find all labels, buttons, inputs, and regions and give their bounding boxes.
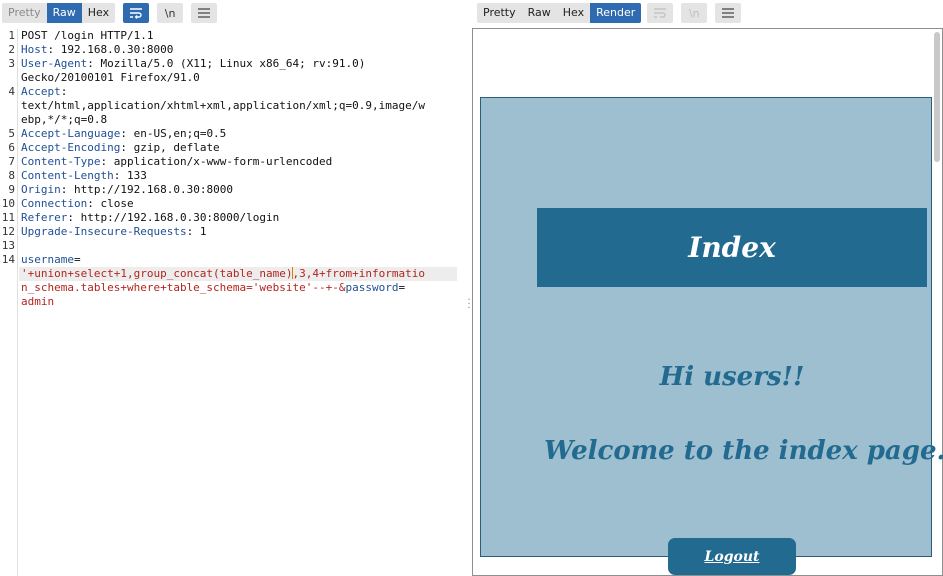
header-name: Referer <box>21 211 68 224</box>
request-header-accept-language[interactable]: Accept-Language: en-US,en;q=0.5 <box>21 127 226 141</box>
body-line[interactable]: n_schema.tables+where+table_schema='webs… <box>21 281 405 295</box>
tab-raw[interactable]: Raw <box>521 3 557 23</box>
header-value-continuation: Gecko/20100101 Firefox/91.0 <box>21 71 200 84</box>
header-value: application/x-www-form-urlencoded <box>107 155 333 168</box>
header-value: Mozilla/5.0 (X11; Linux x86_64; rv:91.0) <box>93 57 366 70</box>
show-newlines-button[interactable]: \n <box>681 3 708 23</box>
hamburger-menu-icon[interactable] <box>191 3 218 23</box>
response-toolbar: Pretty Raw Hex Render \n <box>477 0 943 26</box>
request-toolbar: Pretty Raw Hex \n <box>0 0 466 26</box>
header-value: gzip, deflate <box>126 141 220 154</box>
request-view-tabs: Pretty Raw Hex <box>2 3 116 23</box>
header-value: en-US,en;q=0.5 <box>126 127 227 140</box>
request-header-accept[interactable]: Accept: <box>21 85 67 99</box>
tab-pretty[interactable]: Pretty <box>2 3 47 23</box>
header-value: http://192.168.0.30:8000 <box>67 183 233 196</box>
header-value-continuation: ebp,*/*;q=0.8 <box>21 113 108 126</box>
request-header-upgrade-insecure-requests[interactable]: Upgrade-Insecure-Requests: 1 <box>21 225 206 239</box>
header-name: Content-Type <box>21 155 101 168</box>
request-header-host[interactable]: Host: 192.168.0.30:8000 <box>21 43 173 57</box>
wrap-lines-icon[interactable] <box>647 3 674 23</box>
line-number: 9 <box>8 183 15 196</box>
request-header-connection[interactable]: Connection: close <box>21 197 134 211</box>
tab-pretty[interactable]: Pretty <box>477 3 522 23</box>
line-number: 12 <box>1 225 15 238</box>
body-line[interactable]: '+union+select+1,group_concat(table_name… <box>21 267 425 281</box>
request-line[interactable]: POST /login HTTP/1.1 <box>21 29 153 43</box>
param-value: '+union+select+1,group_concat(table_name… <box>21 267 293 280</box>
line-number: 7 <box>8 155 15 168</box>
line-number: 14 <box>1 253 15 266</box>
header-name: User-Agent <box>21 57 88 70</box>
tab-raw[interactable]: Raw <box>46 3 82 23</box>
header-name: Connection <box>21 197 88 210</box>
param-value: ,3,4+from+informatio <box>292 267 425 280</box>
request-header-content-length[interactable]: Content-Length: 133 <box>21 169 147 183</box>
page-title-banner: Index <box>537 208 927 287</box>
greeting-heading: Hi users!! <box>659 362 805 392</box>
line-number: 4 <box>8 85 15 98</box>
line-number: 8 <box>8 169 15 182</box>
show-newlines-button[interactable]: \n <box>157 3 184 23</box>
header-name: Upgrade-Insecure-Requests <box>21 225 187 238</box>
welcome-heading: Welcome to the index page... <box>544 436 943 466</box>
header-value: 1 <box>193 225 207 238</box>
tab-render[interactable]: Render <box>590 3 642 23</box>
body-line[interactable]: admin <box>21 295 54 309</box>
response-view-tabs: Pretty Raw Hex Render <box>477 3 642 23</box>
header-value: close <box>93 197 134 210</box>
line-number: 3 <box>8 57 15 70</box>
line-number: 2 <box>8 43 15 56</box>
header-name: Host <box>21 43 48 56</box>
header-name: Origin <box>21 183 61 196</box>
header-name: Content-Length <box>21 169 114 182</box>
line-number: 11 <box>1 211 15 224</box>
header-name: Accept-Encoding <box>21 141 121 154</box>
header-value-continuation: text/html,application/xhtml+xml,applicat… <box>21 99 425 112</box>
param-value: --+-& <box>312 281 346 294</box>
header-value: http://192.168.0.30:8000/login <box>73 211 280 224</box>
wrap-lines-icon[interactable] <box>123 3 150 23</box>
request-header-referer[interactable]: Referer: http://192.168.0.30:8000/login <box>21 211 279 225</box>
header-value: 133 <box>120 169 147 182</box>
line-number-gutter <box>0 29 18 576</box>
request-header-user-agent[interactable]: User-Agent: Mozilla/5.0 (X11; Linux x86_… <box>21 57 365 71</box>
line-number: 1 <box>8 29 15 42</box>
logout-button[interactable]: Logout <box>668 538 796 575</box>
hamburger-menu-icon[interactable] <box>715 3 742 23</box>
body-line[interactable]: username= <box>21 253 81 267</box>
request-pane: Pretty Raw Hex \n 1 2 3 4 5 6 7 8 9 10 1… <box>0 0 466 576</box>
rendered-response <box>472 28 943 576</box>
logout-link[interactable]: Logout <box>705 549 760 565</box>
vertical-scrollbar[interactable] <box>934 32 940 162</box>
request-header-origin[interactable]: Origin: http://192.168.0.30:8000 <box>21 183 233 197</box>
param-name-password: password <box>345 281 399 294</box>
request-header-content-type[interactable]: Content-Type: application/x-www-form-url… <box>21 155 332 169</box>
tab-hex[interactable]: Hex <box>81 3 116 23</box>
param-value: 'website' <box>252 281 313 294</box>
header-name: Accept <box>21 85 61 98</box>
param-name-username: username <box>21 253 74 266</box>
tab-hex[interactable]: Hex <box>556 3 591 23</box>
resize-handle-icon[interactable]: · · · <box>467 296 471 314</box>
equals-sign: = <box>398 281 406 294</box>
param-value: n_schema.tables+where+table_schema= <box>21 281 253 294</box>
header-value: 192.168.0.30:8000 <box>54 43 174 56</box>
line-number: 5 <box>8 127 15 140</box>
line-number: 10 <box>1 197 15 210</box>
page-title: Index <box>688 231 776 264</box>
equals-sign: = <box>73 253 81 266</box>
request-header-accept-encoding[interactable]: Accept-Encoding: gzip, deflate <box>21 141 220 155</box>
param-value: admin <box>21 295 55 308</box>
header-name: Accept-Language <box>21 127 121 140</box>
line-number: 6 <box>8 141 15 154</box>
line-number: 13 <box>1 239 15 252</box>
